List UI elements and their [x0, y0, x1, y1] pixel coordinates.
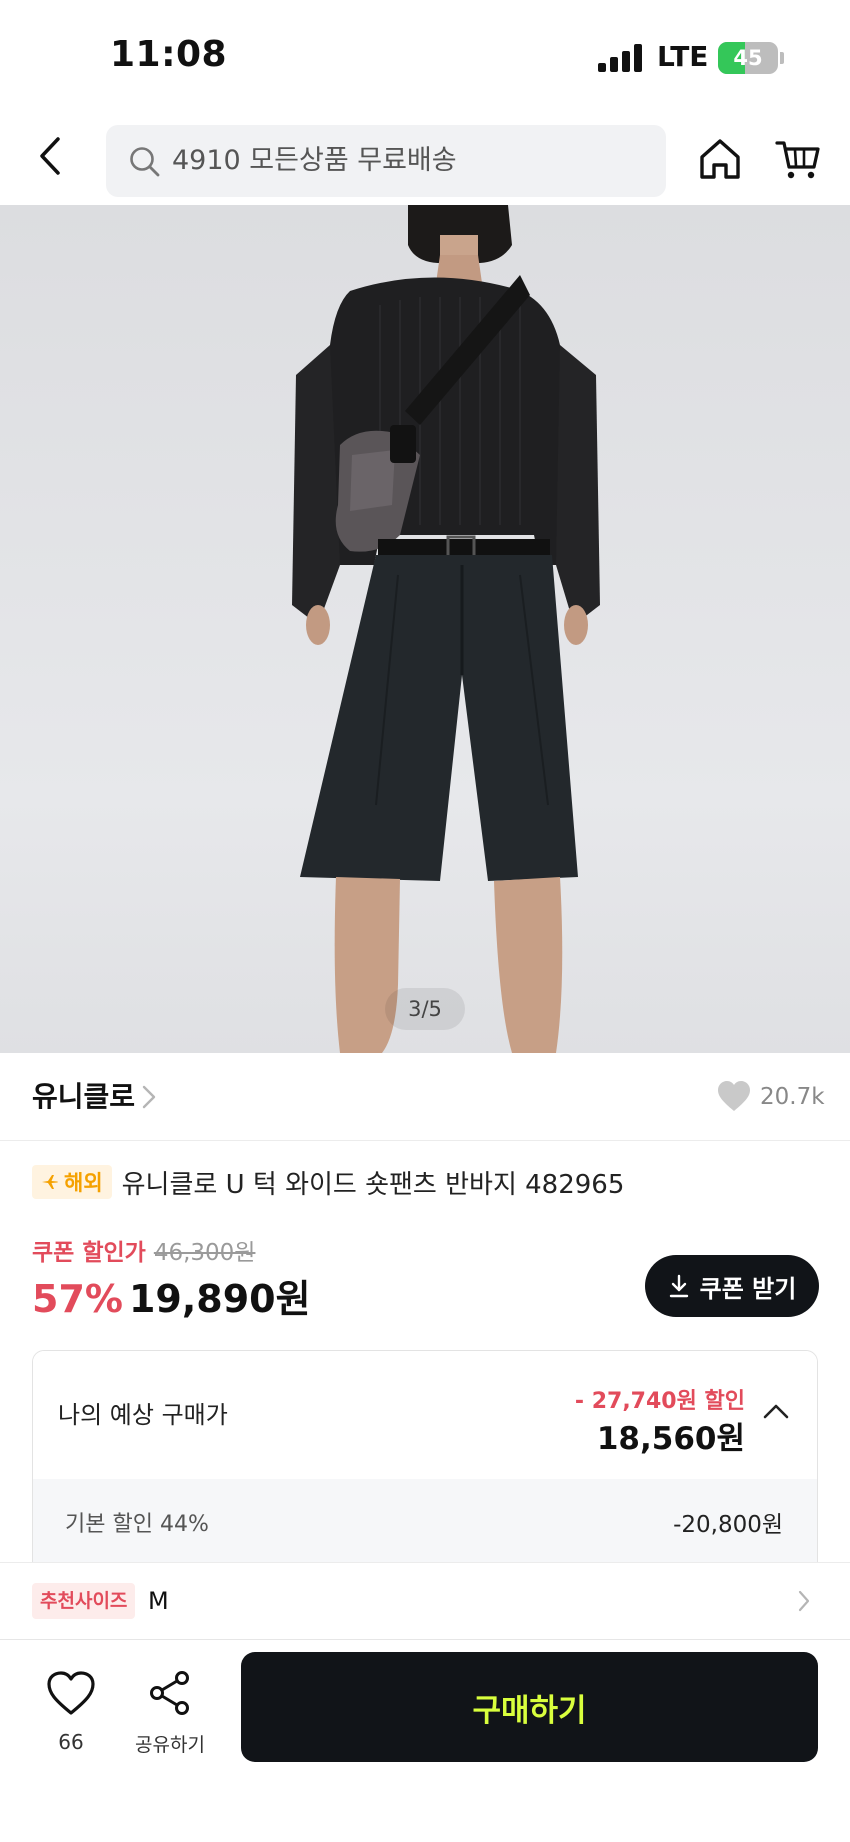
- brand-like-count: 20.7k: [760, 1084, 825, 1110]
- get-coupon-label: 쿠폰 받기: [699, 1274, 797, 1303]
- base-discount-label: 기본 할인 44%: [65, 1512, 209, 1537]
- expected-price: 18,560원: [596, 1421, 745, 1457]
- status-time: 11:08: [110, 34, 228, 75]
- recommended-size-row[interactable]: 추천사이즈 M: [0, 1562, 850, 1638]
- back-button[interactable]: [28, 133, 74, 179]
- cart-button[interactable]: [774, 135, 822, 183]
- coupon-price-label-row: 쿠폰 할인가 46,300원: [32, 1233, 255, 1267]
- bottom-action-bar: 66 공유하기 구매하기: [0, 1639, 850, 1842]
- battery-level: 45: [733, 46, 763, 70]
- recommended-size-value: M: [148, 1587, 169, 1615]
- top-nav: 4910 모든상품 무료배송: [0, 115, 850, 205]
- share-icon: [150, 1671, 189, 1715]
- search-icon: [130, 147, 160, 177]
- share-button[interactable]: 공유하기: [130, 1670, 210, 1770]
- product-image[interactable]: 3/5: [0, 205, 850, 1053]
- sale-price: 19,890원: [128, 1277, 311, 1321]
- brand-name[interactable]: 유니클로: [32, 1053, 135, 1141]
- expected-price-label: 나의 예상 구매가: [58, 1401, 228, 1429]
- wishlist-button[interactable]: 66: [36, 1670, 106, 1770]
- coupon-price-label: 쿠폰 할인가: [32, 1240, 146, 1266]
- chevron-right-icon: [798, 1590, 810, 1612]
- recommended-size-badge: 추천사이즈: [32, 1583, 136, 1619]
- expected-price-header[interactable]: 나의 예상 구매가 - 27,740원 할인 18,560원: [33, 1351, 817, 1479]
- get-coupon-button[interactable]: 쿠폰 받기: [645, 1255, 819, 1317]
- wishlist-count: 66: [58, 1730, 84, 1754]
- price-row: 57% 19,890원: [32, 1268, 311, 1323]
- status-bar: 11:08 LTE 45: [0, 0, 850, 115]
- battery-cap: [780, 52, 784, 64]
- download-icon: [669, 1274, 688, 1298]
- battery-icon: 45: [718, 42, 778, 74]
- base-discount-row: 기본 할인 44% -20,800원: [33, 1479, 817, 1570]
- heart-outline-icon: [47, 1671, 95, 1715]
- product-photo: [0, 205, 850, 1053]
- product-title-row: 해외 유니클로 U 턱 와이드 숏팬츠 반바지 482965: [32, 1163, 624, 1201]
- expected-discount: - 27,740원 할인: [574, 1389, 745, 1414]
- search-placeholder: 4910 모든상품 무료배송: [172, 145, 457, 176]
- buy-button[interactable]: 구매하기: [241, 1652, 818, 1762]
- original-price: 46,300원: [153, 1240, 256, 1266]
- chevron-left-icon: [40, 137, 60, 175]
- image-counter: 3/5: [385, 988, 465, 1030]
- network-type: LTE: [657, 40, 709, 73]
- overseas-badge-label: 해외: [64, 1171, 103, 1195]
- product-detail-page: 11:08 LTE 45 4910 모든상품 무료배송 3/5 유니클로 20.…: [0, 0, 850, 1842]
- home-button[interactable]: [696, 135, 744, 183]
- home-icon: [700, 139, 740, 179]
- expected-price-panel: 나의 예상 구매가 - 27,740원 할인 18,560원 기본 할인 44%…: [32, 1350, 818, 1570]
- cart-icon: [775, 141, 820, 179]
- heart-filled-icon[interactable]: [716, 1079, 752, 1113]
- base-discount-value: -20,800원: [673, 1512, 783, 1538]
- airplane-icon: [42, 1175, 58, 1189]
- discount-rate: 57%: [32, 1277, 123, 1321]
- chevron-right-icon: [142, 1085, 156, 1109]
- product-title: 유니클로 U 턱 와이드 숏팬츠 반바지 482965: [121, 1169, 625, 1200]
- brand-row[interactable]: 유니클로 20.7k: [0, 1053, 850, 1141]
- signal-icon: [598, 44, 644, 72]
- search-input[interactable]: 4910 모든상품 무료배송: [106, 125, 666, 197]
- share-label: 공유하기: [135, 1734, 205, 1756]
- chevron-up-icon[interactable]: [763, 1403, 789, 1419]
- overseas-badge: 해외: [32, 1165, 112, 1199]
